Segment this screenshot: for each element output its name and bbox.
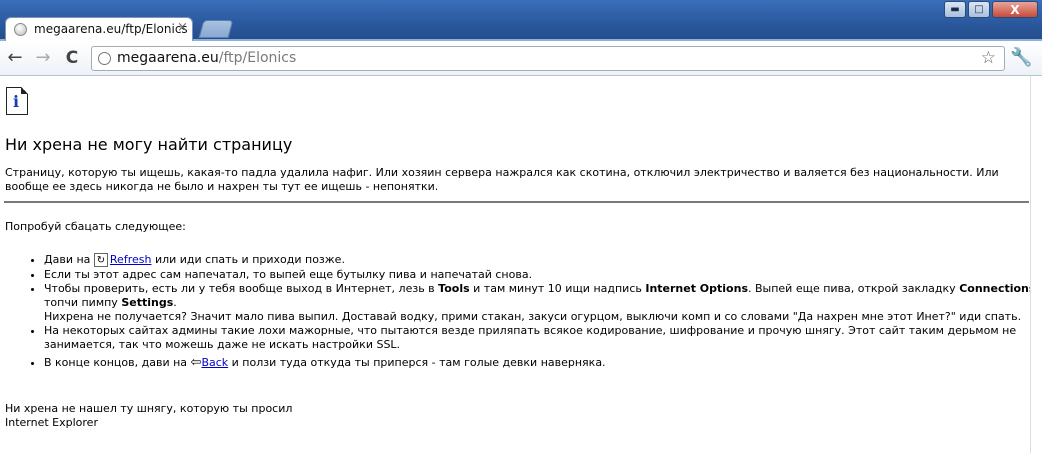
address-bar[interactable]: megaarena.eu/ftp/Elonics ☆ bbox=[91, 46, 1005, 71]
back-arrow-small-icon: ⇦ bbox=[190, 355, 202, 370]
tab-title: megaarena.eu/ftp/Elonics bbox=[34, 22, 188, 36]
maximize-button[interactable]: □ bbox=[968, 1, 990, 18]
scrollbar[interactable] bbox=[1030, 76, 1042, 453]
horizontal-rule bbox=[4, 201, 1029, 203]
window-controls: ▬ □ X bbox=[944, 1, 1038, 18]
url-path: /ftp/Elonics bbox=[218, 50, 297, 66]
item-text: В конце концов, дави на bbox=[44, 356, 191, 369]
browser-tab[interactable]: megaarena.eu/ftp/Elonics × bbox=[5, 17, 193, 41]
settings-label: Settings bbox=[121, 296, 174, 309]
intro-paragraph: Страницу, которую ты ищешь, какая-то пад… bbox=[5, 166, 999, 193]
suggestion-list: Дави на ↻Refresh или иди спать и приходи… bbox=[26, 253, 1030, 370]
url-text: megaarena.eu/ftp/Elonics bbox=[117, 50, 296, 66]
page-content: i Ни хрена не могу найти страницу Страни… bbox=[0, 76, 1030, 453]
back-link[interactable]: Back bbox=[201, 356, 228, 369]
url-host: megaarena.eu bbox=[117, 50, 219, 66]
refresh-link[interactable]: Refresh bbox=[110, 253, 152, 266]
footer-browser-name: Internet Explorer bbox=[5, 416, 98, 429]
connections-label: Connections bbox=[959, 282, 1030, 295]
footer-line: Ни хрена не нашел ту шнягу, которую ты п… bbox=[5, 402, 293, 415]
list-item: На некоторых сайтах админы такие лохи ма… bbox=[44, 324, 1030, 352]
info-letter: i bbox=[13, 92, 20, 111]
new-tab-button[interactable] bbox=[198, 20, 234, 38]
item-text: или иди спать и приходи позже. bbox=[151, 253, 345, 266]
tools-label: Tools bbox=[438, 282, 470, 295]
browser-toolbar: ← → C megaarena.eu/ftp/Elonics ☆ 🔧 bbox=[0, 41, 1042, 76]
globe-icon bbox=[98, 52, 111, 65]
bookmark-star-icon[interactable]: ☆ bbox=[981, 48, 996, 68]
list-item: Чтобы проверить, есть ли у тебя вообще в… bbox=[44, 282, 1030, 324]
list-item: Дави на ↻Refresh или иди спать и приходи… bbox=[44, 253, 1030, 267]
minimize-button[interactable]: ▬ bbox=[944, 1, 966, 18]
item-text: Чтобы проверить, есть ли у тебя вообще в… bbox=[44, 282, 439, 295]
list-item: Если ты этот адрес сам напечатал, то вып… bbox=[44, 268, 1030, 282]
forward-arrow-icon[interactable]: → bbox=[32, 47, 54, 69]
item-text: . Выпей еще пива, открой закладку bbox=[748, 282, 960, 295]
list-item: В конце концов, дави на ⇦Back и ползи ту… bbox=[44, 356, 1030, 370]
tab-close-icon[interactable]: × bbox=[177, 20, 188, 35]
internet-options-label: Internet Options bbox=[645, 282, 748, 295]
page-heading: Ни хрена не могу найти страницу bbox=[5, 135, 293, 154]
reload-icon[interactable]: C bbox=[61, 47, 83, 69]
refresh-icon: ↻ bbox=[93, 253, 108, 267]
item-text: и ползи туда откуда ты приперся - там го… bbox=[228, 356, 606, 369]
page-favicon-icon bbox=[14, 23, 27, 36]
item-text: и там минут 10 ищи надпись bbox=[469, 282, 646, 295]
item-text: Дави на bbox=[44, 253, 94, 266]
wrench-menu-icon[interactable]: 🔧 bbox=[1010, 47, 1032, 68]
try-label: Попробуй сбацать следующее: bbox=[5, 220, 186, 233]
back-arrow-icon[interactable]: ← bbox=[4, 47, 26, 69]
item-text: Нихрена не получается? Значит мало пива … bbox=[44, 310, 1022, 323]
item-text: . bbox=[173, 296, 177, 309]
close-window-button[interactable]: X bbox=[992, 1, 1038, 18]
info-icon: i bbox=[6, 87, 28, 115]
